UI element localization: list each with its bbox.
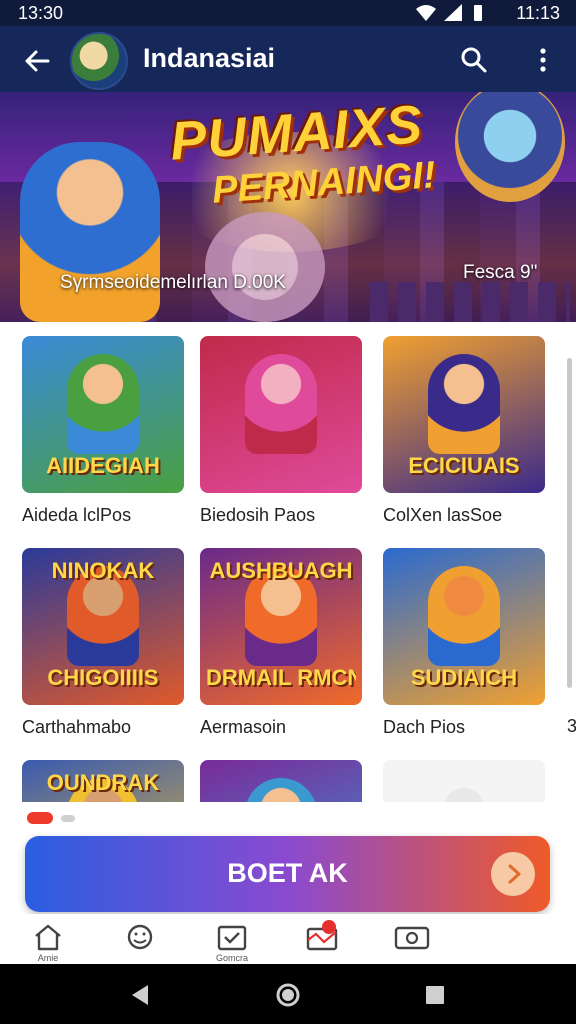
app-title: Indanasiai <box>143 43 276 73</box>
scrollbar[interactable] <box>567 358 572 688</box>
page-indicator <box>0 802 576 832</box>
game-grid: AIIDEGIAH Aideda lclPos Biedosih Paos EC… <box>0 322 576 802</box>
bottom-nav: Amie Gomcra <box>0 914 576 964</box>
game-thumbnail: AUSHBUAGH DRMAIL RMCNAR <box>200 548 362 705</box>
nav-label: Amie <box>37 953 59 963</box>
signal-icon <box>444 4 462 21</box>
game-thumbnail: NINOKAK CHIGOIIIIS <box>22 548 184 705</box>
recents-square-icon[interactable] <box>422 982 448 1008</box>
nav-checklist[interactable]: Gomcra <box>212 922 252 963</box>
nav-games[interactable] <box>120 922 160 962</box>
status-icons <box>416 4 484 22</box>
game-card[interactable]: NINOKAK CHIGOIIIIS Carthahmabo <box>22 548 184 738</box>
home-icon <box>35 924 61 951</box>
hero-caption-right: Fesca 9" <box>463 262 538 283</box>
nav-notifications[interactable] <box>302 920 342 962</box>
game-title: Carthahmabo <box>22 717 132 737</box>
hero-banner[interactable]: PUMAIXS PERNAINGI! Sγrmseoidemelırlan D.… <box>0 92 576 322</box>
game-thumbnail: ECICIUAIS <box>383 336 545 493</box>
game-thumbnail <box>200 336 362 493</box>
media-icon <box>394 926 430 950</box>
game-art-title: SUDIAICH <box>410 665 518 690</box>
search-icon[interactable] <box>460 46 488 74</box>
game-title: Aideda lclPos <box>22 505 132 525</box>
partial-card-label: 3 <box>567 716 576 736</box>
game-card[interactable]: Biedosih Paos <box>200 336 362 526</box>
game-thumbnail: SUDIAICH <box>383 548 545 705</box>
notification-badge <box>322 920 336 934</box>
more-vert-icon[interactable] <box>534 46 552 74</box>
game-art-subtitle: OUNDRAK <box>46 770 160 795</box>
game-art-title: ECICIUAIS <box>408 453 520 478</box>
game-thumbnail: AIIDEGIAH <box>22 336 184 493</box>
play-arrow-icon <box>491 852 535 896</box>
game-card[interactable]: AUSHBUAGH DRMAIL RMCNAR Aermasoin <box>200 548 362 738</box>
nav-home[interactable]: Amie <box>28 922 68 963</box>
hero-character-left <box>20 142 160 322</box>
home-circle-icon[interactable] <box>275 982 301 1008</box>
game-card[interactable] <box>200 760 362 802</box>
wifi-icon <box>416 5 436 21</box>
hero-creature <box>205 212 325 322</box>
nav-media[interactable] <box>392 922 432 962</box>
hero-crowd <box>370 282 570 322</box>
game-card[interactable]: AIIDEGIAH Aideda lclPos <box>22 336 184 526</box>
game-thumbnail-placeholder <box>383 760 545 802</box>
game-art-subtitle: AUSHBUAGH <box>209 558 353 583</box>
cta-button[interactable]: BOET AK <box>25 836 550 912</box>
game-card[interactable]: ECICIUAIS ColXen lasSoe <box>383 336 545 526</box>
status-time-left: 13:30 <box>18 3 64 23</box>
app-logo <box>70 32 128 90</box>
game-title: ColXen lasSoe <box>383 505 503 525</box>
hero-caption: Sγrmseoidemelırlan D.00K <box>60 272 286 293</box>
battery-icon <box>474 5 482 21</box>
game-face-icon <box>127 924 153 950</box>
page-dot[interactable] <box>61 815 75 822</box>
nav-label: Gomcra <box>215 953 248 963</box>
game-card[interactable]: SUDIAICH Dach Pios <box>383 548 545 738</box>
game-thumbnail <box>200 760 362 802</box>
game-title: Biedosih Paos <box>200 505 316 525</box>
checklist-icon <box>217 925 247 951</box>
app-bar: Indanasiai <box>0 26 576 92</box>
page-dot-active[interactable] <box>27 812 53 824</box>
system-nav-bar <box>0 964 576 1024</box>
cta-label: BOET AK <box>227 858 348 888</box>
game-art-subtitle: NINOKAK <box>51 558 155 583</box>
back-triangle-icon[interactable] <box>128 982 154 1008</box>
game-art-title: CHIGOIIIIS <box>47 665 159 690</box>
game-art-title: DRMAIL RMCNAR <box>206 665 356 690</box>
back-arrow-icon[interactable] <box>22 46 52 76</box>
status-time-right: 11:13 <box>516 3 560 23</box>
game-thumbnail: OUNDRAK <box>22 760 184 802</box>
game-art-title: AIIDEGIAH <box>46 453 160 478</box>
game-card[interactable]: OUNDRAK <box>22 760 184 802</box>
game-title: Aermasoin <box>200 717 287 737</box>
game-title: Dach Pios <box>383 717 466 737</box>
status-bar: 13:30 11:13 <box>0 0 576 26</box>
game-card[interactable] <box>383 760 545 802</box>
